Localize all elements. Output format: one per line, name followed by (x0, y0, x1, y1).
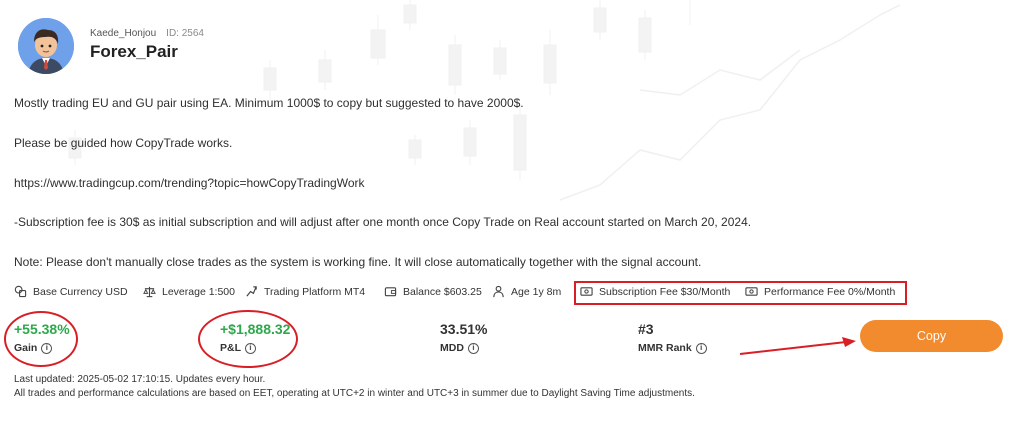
description-link[interactable]: https://www.tradingcup.com/trending?topi… (14, 176, 365, 190)
mmr-rank-label-row: MMR Rank i (638, 342, 707, 354)
balance-text: Balance $603.25 (403, 285, 482, 298)
copy-button[interactable]: Copy (860, 320, 1003, 352)
age-text: Age 1y 8m (511, 285, 562, 298)
mdd-label-row: MDD i (440, 342, 487, 354)
arrow-icon (739, 337, 856, 355)
account-card: Kaede_Honjou ID: 2564 Forex_Pair Mostly t… (0, 0, 1024, 424)
stat-mdd: 33.51% MDD i (440, 321, 487, 354)
description-line-4: -Subscription fee is 30$ as initial subs… (14, 215, 752, 229)
user-id: ID: 2564 (166, 28, 204, 39)
pnl-highlight-ellipse (198, 310, 298, 368)
description-line-2: Please be guided how CopyTrade works. (14, 136, 233, 150)
account-title: Forex_Pair (90, 42, 178, 61)
fees-highlight-box (574, 281, 907, 305)
info-icon[interactable]: i (467, 342, 479, 354)
username[interactable]: Kaede_Honjou (90, 28, 156, 39)
age-item: Age 1y 8m (492, 285, 561, 298)
base-currency-item: Base Currency USD (14, 285, 128, 298)
avatar-illustration (18, 18, 74, 74)
platform-icon (246, 286, 257, 297)
mmr-rank-label: MMR Rank (638, 342, 692, 354)
description-line-5: Note: Please don't manually close trades… (14, 255, 702, 269)
platform-item: Trading Platform MT4 (245, 285, 365, 298)
currency-icon (14, 285, 27, 298)
base-currency-text: Base Currency USD (33, 285, 128, 298)
last-updated-text: Last updated: 2025-05-02 17:10:15. Updat… (14, 374, 266, 385)
timezone-note-text: All trades and performance calculations … (14, 388, 695, 399)
mmr-rank-value: #3 (638, 321, 654, 337)
info-icon[interactable]: i (695, 342, 707, 354)
description-line-1: Mostly trading EU and GU pair using EA. … (14, 96, 524, 110)
balance-item: Balance $603.25 (384, 285, 482, 298)
username-row: Kaede_Honjou ID: 2564 (90, 28, 204, 39)
mdd-value: 33.51% (440, 321, 488, 337)
leverage-item: Leverage 1:500 (143, 285, 235, 298)
person-icon (493, 285, 504, 298)
gain-highlight-ellipse (4, 311, 78, 367)
stat-mmr-rank: #3 MMR Rank i (638, 321, 707, 354)
platform-text: Trading Platform MT4 (264, 285, 366, 298)
leverage-icon (143, 286, 156, 298)
avatar[interactable] (18, 18, 74, 74)
mdd-label: MDD (440, 342, 464, 354)
leverage-text: Leverage 1:500 (162, 285, 235, 298)
wallet-icon (384, 287, 397, 297)
